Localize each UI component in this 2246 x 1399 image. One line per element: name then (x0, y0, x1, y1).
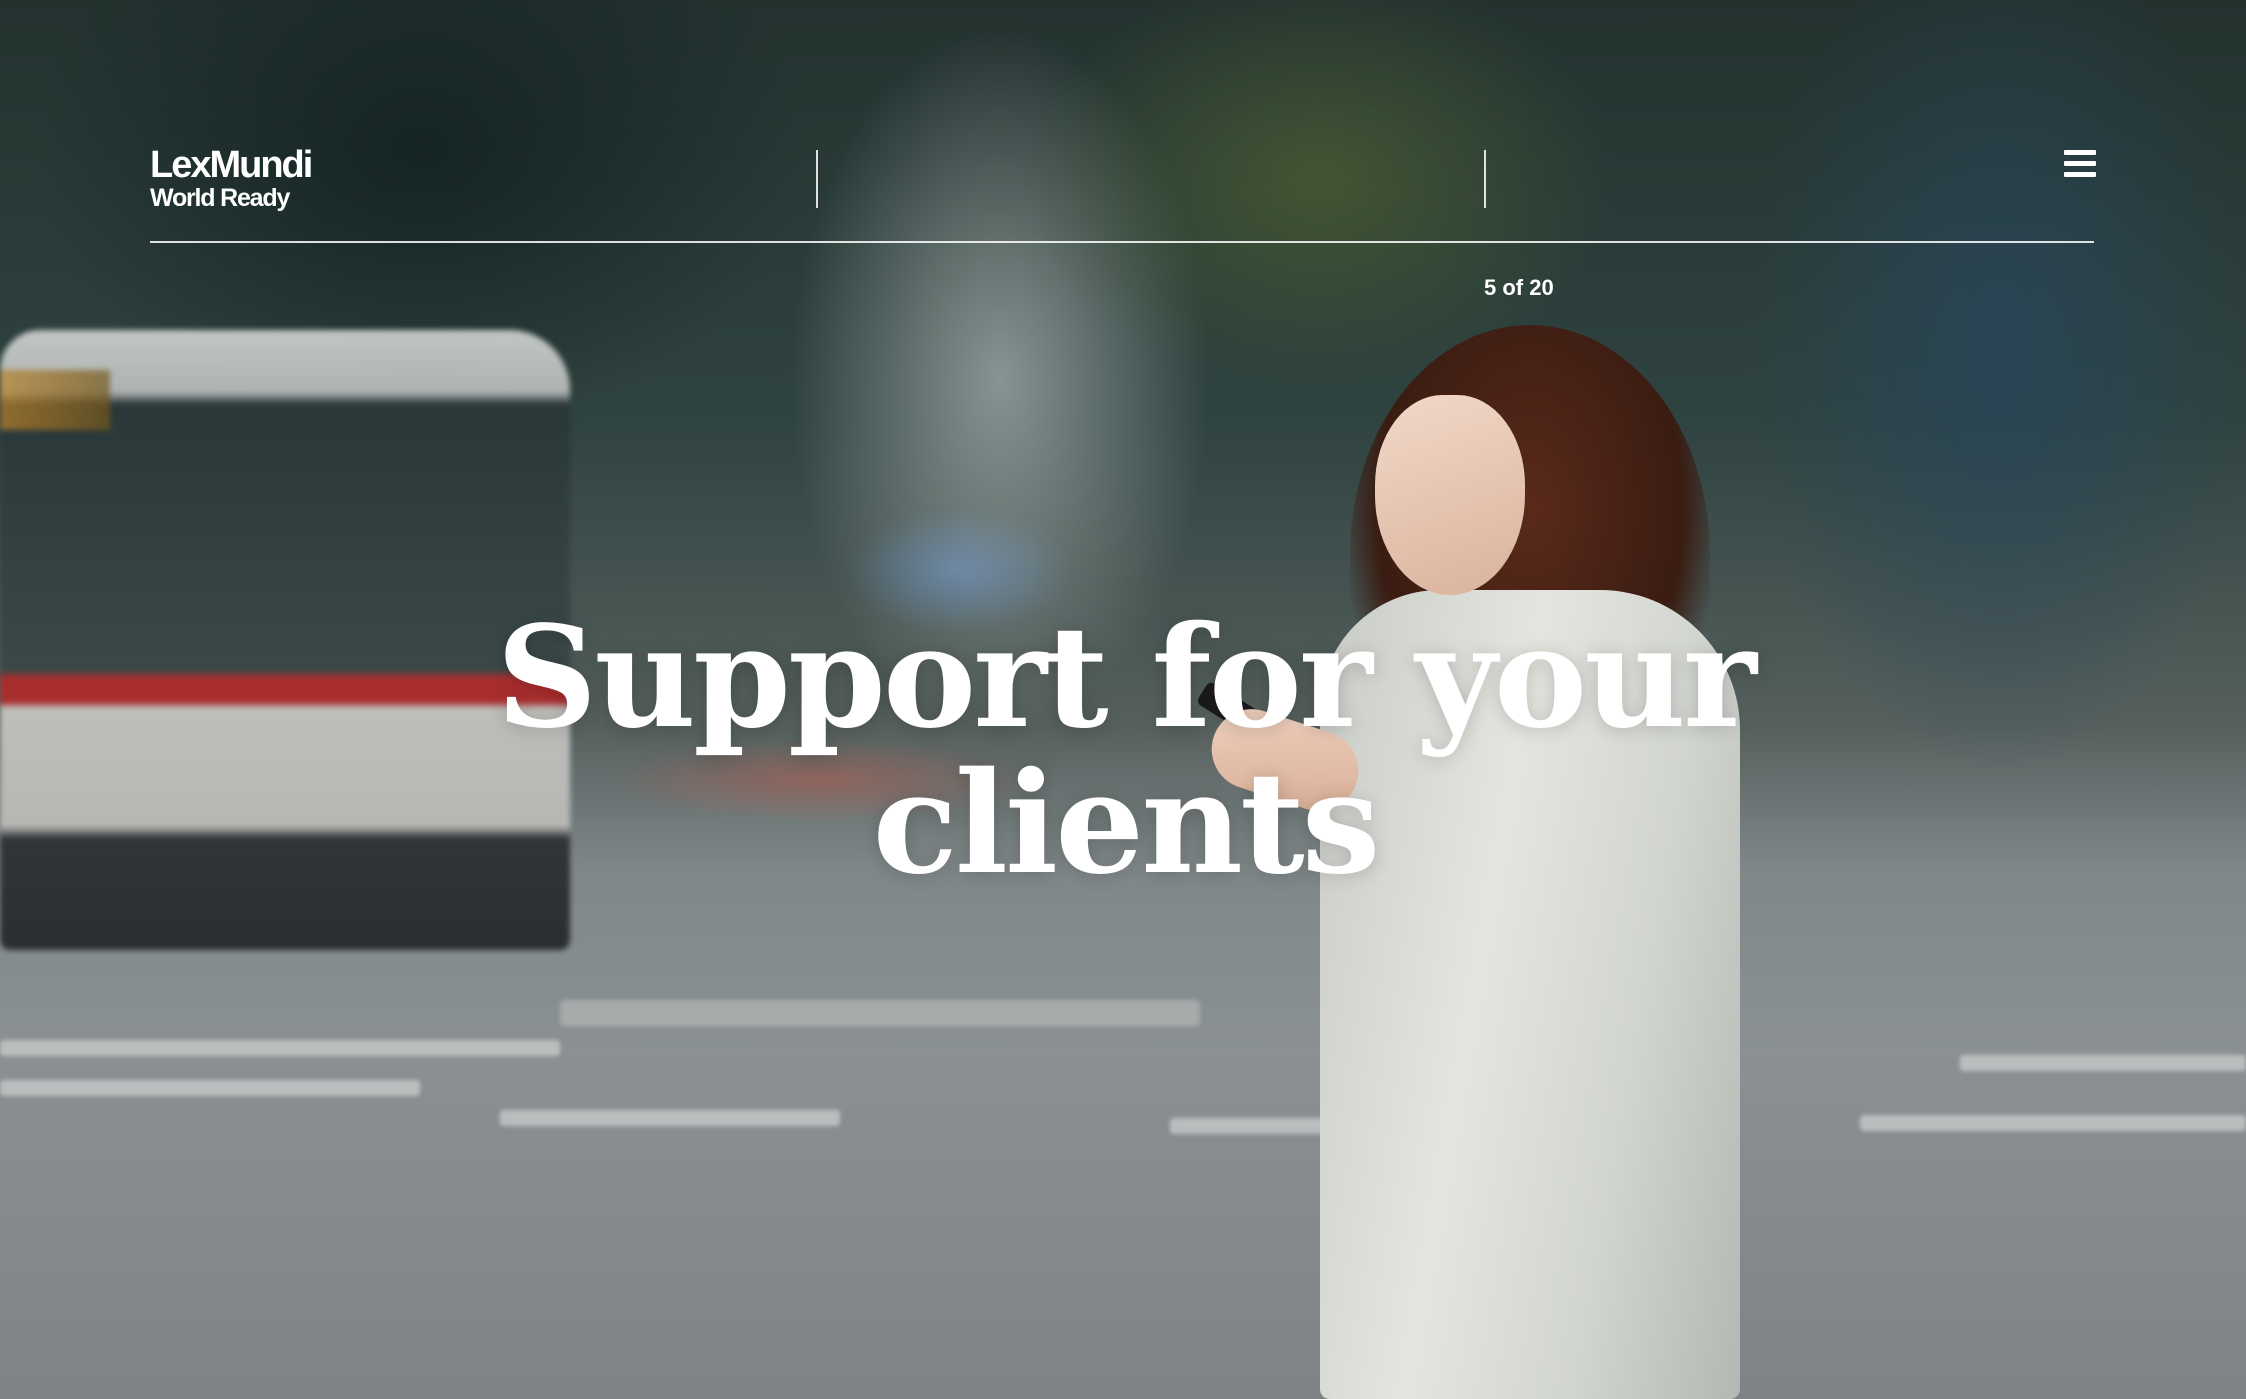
menu-bar (2064, 172, 2096, 177)
logo-tagline: World Ready (150, 184, 290, 212)
road-stripe (1860, 1115, 2246, 1131)
road-stripe (1960, 1055, 2246, 1071)
road-stripe (1170, 1118, 1330, 1134)
road-stripe (0, 1080, 420, 1096)
hamburger-menu-icon[interactable] (2064, 150, 2096, 178)
menu-bar (2064, 150, 2096, 155)
hero-slide: LexMundi World Ready 5 of 20 Support for… (0, 0, 2246, 1399)
header-divider (1484, 150, 1486, 208)
lexmundi-logo[interactable]: LexMundi World Ready (150, 144, 313, 212)
road-stripe (560, 1000, 1200, 1026)
road-stripe (500, 1110, 840, 1126)
slide-headline: Support for your clients (496, 596, 1757, 906)
woman-face (1375, 395, 1525, 595)
menu-bar (2064, 161, 2096, 166)
header-rule (150, 241, 2094, 243)
header-divider (816, 150, 818, 208)
slide-counter: 5 of 20 (1484, 275, 1554, 300)
road-stripe (0, 1040, 560, 1056)
logo-wordmark: LexMundi (150, 144, 313, 186)
